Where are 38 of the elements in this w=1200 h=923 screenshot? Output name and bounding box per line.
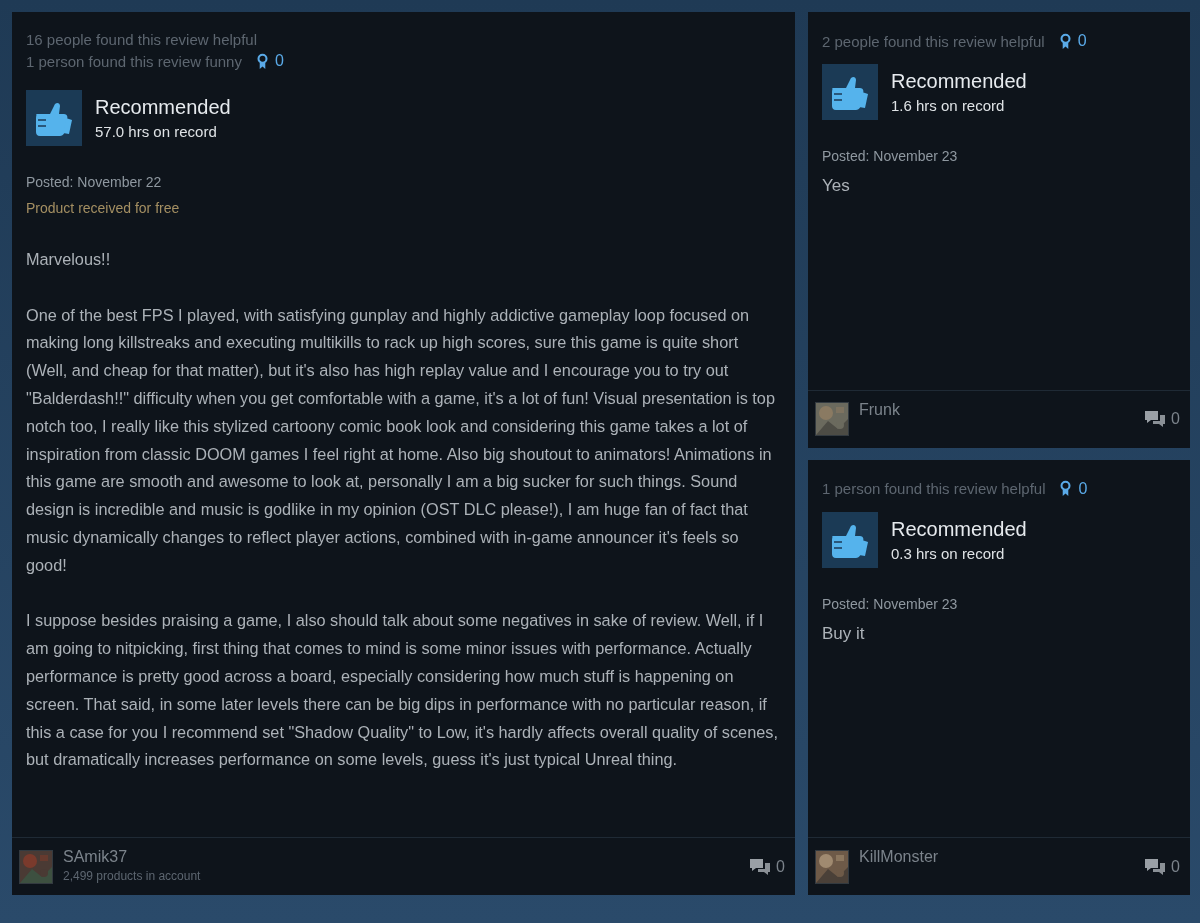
comment-icon <box>1144 856 1167 877</box>
product-count: 2,499 products in account <box>63 869 202 883</box>
award-icon <box>255 52 269 70</box>
review-paragraph: I suppose besides praising a game, I also should talk about some negatives in sake of review. Well, if I am going to nitpicking, first thing that comes to mind is some minor issues with performance. Actually performance is pretty good across a board, especially considering how much stuff is happening on screen. That said, in some later levels there can be big dips in performance with no particular reason, if this a case for you I recommend set "Shadow Quality" to Low, it's hardly affects overall quality of scenes, but dramatically increases performance on some levels, guess it's just typical Unreal thing. <box>26 610 779 771</box>
posted-date: Posted: November 22 <box>26 174 163 190</box>
helpful-count-text: 1 person found this review helpful <box>822 480 1046 497</box>
review-paragraph: Buy it <box>822 622 866 645</box>
helpful-count-text: 16 people found this review helpful <box>26 30 257 48</box>
recommendation-title: Recommended <box>95 96 231 119</box>
award-count: 0 <box>1078 479 1088 498</box>
author-name[interactable]: SAmik37 <box>63 848 740 866</box>
review-paragraph: One of the best FPS I played, with satisfying gunplay and highly addictive gameplay loop focused on making long killstreaks and executing multikills to rack up high scores, sure this game is quite short (Well, and cheap for that matter), but it's also has high replay value and I encourage you to try out "Balderdash!!" difficulty when you get comfortable with a game, it's a lot of fun! Visual presentation is top notch too, I really like this stylized cartoony comic book look and considering this game takes a lot of inspiration from classic DOOM games I feel right at home. Also big shoutout to animators! Animations in this game are smooth and awesome to look at, personally I am a big sucker for such things. Sound design is incredible and music is godlike in my opinion (OST DLC please!), I am huge fan of fact that music dynamically changes to reflect player actions, combined with in-game announcer it's feels so good! <box>26 304 776 576</box>
posted-date: Posted: November 23 <box>822 148 959 164</box>
comment-count: 0 <box>1171 857 1180 876</box>
recommendation-title: Recommended <box>891 70 1027 93</box>
award-icon <box>1058 32 1072 50</box>
thumbs-up-icon <box>822 64 878 120</box>
review-paragraph: Marvelous!! <box>26 249 112 270</box>
free-product-note: Product received for free <box>26 200 181 216</box>
award-count: 0 <box>1077 32 1087 50</box>
helpful-count-text: 1 person found this review funny <box>26 52 242 70</box>
comment-count: 0 <box>776 857 785 876</box>
thumbs-up-icon <box>26 90 82 146</box>
thumbs-up-icon <box>822 511 878 568</box>
recommendation-title: Recommended <box>891 517 1027 541</box>
helpful-count-text: 2 people found this review helpful <box>822 32 1045 50</box>
playtime-text: 1.6 hrs on record <box>891 97 1006 114</box>
comment-icon <box>1144 409 1167 429</box>
comment-icon <box>749 856 772 877</box>
playtime-text: 0.3 hrs on record <box>891 544 1006 562</box>
award-count: 0 <box>274 52 284 70</box>
playtime-text: 57.0 hrs on record <box>95 123 218 140</box>
author-name[interactable]: Frunk <box>859 400 1135 419</box>
review-paragraph: Yes <box>822 175 851 197</box>
comment-count: 0 <box>1171 410 1180 428</box>
award-icon <box>1059 480 1073 497</box>
author-name[interactable]: KillMonster <box>859 848 1135 866</box>
posted-date: Posted: November 23 <box>822 595 959 612</box>
